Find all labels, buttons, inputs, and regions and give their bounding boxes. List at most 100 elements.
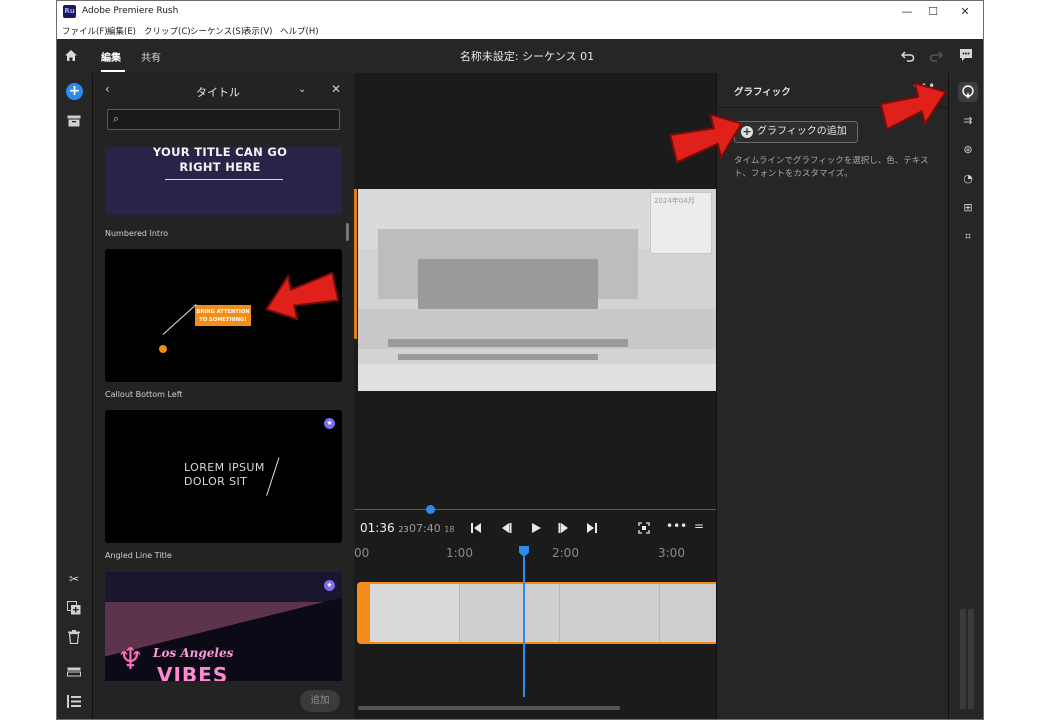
skip-to-start-icon[interactable] — [470, 522, 482, 534]
callout-line — [162, 304, 197, 336]
search-icon: ⌕ — [113, 112, 120, 125]
transitions-icon[interactable]: ⇉ — [958, 111, 978, 131]
editor-center: 2024年04月 01:36 23 07:40 18 ••• = 00 1:00… — [354, 73, 716, 719]
crop-icon[interactable]: ⌗ — [958, 227, 978, 247]
maximize-button[interactable]: ☐ — [923, 4, 943, 20]
minimize-button[interactable]: — — [897, 4, 917, 20]
tab-share[interactable]: 共有 — [141, 49, 161, 64]
title-template-gallery: YOUR TITLE CAN GO RIGHT HERE Numbered In… — [105, 147, 345, 681]
chevron-down-icon[interactable]: ⌄ — [298, 84, 306, 95]
graphics-panel: グラフィック ••• + グラフィックの追加 タイムラインでグラフィックを選択し… — [716, 73, 948, 719]
undo-icon[interactable] — [901, 49, 915, 62]
tab-edit[interactable]: 編集 — [101, 49, 121, 64]
ruler-label: 3:00 — [658, 546, 685, 560]
color-icon[interactable]: ⊛ — [958, 140, 978, 160]
menu-clip[interactable]: クリップ(C) — [144, 25, 191, 37]
overlay-card-text: 2024年04月 — [654, 197, 695, 205]
template-preview-text: YOUR TITLE CAN GO RIGHT HERE — [152, 147, 288, 174]
audio-icon[interactable]: ⊞ — [958, 198, 978, 218]
graphics-panel-title: グラフィック — [734, 87, 791, 98]
menu-sequence[interactable]: シーケンス(S) — [190, 25, 244, 37]
skip-to-end-icon[interactable] — [586, 522, 598, 534]
close-panel-icon[interactable]: ✕ — [331, 82, 341, 96]
callout-box: BRING ATTENTION TO SOMETHING! — [195, 305, 251, 326]
callout-dot — [159, 345, 167, 353]
right-toolbar: ⇉ ⊛ ◔ ⊞ ⌗ — [948, 73, 983, 719]
track-list-icon[interactable] — [67, 695, 81, 708]
more-icon[interactable]: ••• — [666, 519, 687, 533]
audio-meter-left — [960, 609, 966, 709]
template-thumb-numbered-intro[interactable]: YOUR TITLE CAN GO RIGHT HERE — [105, 147, 342, 215]
track-icon[interactable] — [67, 667, 81, 677]
close-window-button[interactable]: ✕ — [955, 4, 975, 20]
template-preview-text: Los Angeles — [153, 646, 234, 660]
current-frames: 23 — [398, 525, 409, 534]
duration-frames: 18 — [444, 525, 455, 534]
template-underline — [165, 179, 283, 180]
template-thumb-los-angeles-vibes[interactable]: ♆ Los Angeles VIBES ★ — [105, 572, 342, 681]
scrub-handle[interactable] — [426, 505, 435, 514]
play-icon[interactable] — [530, 522, 542, 534]
menu-edit[interactable]: 編集(E) — [107, 25, 136, 37]
home-icon[interactable] — [64, 49, 78, 62]
title-bar: Ru Adobe Premiere Rush — ☐ ✕ — [57, 1, 983, 23]
ruler-label: 2:00 — [552, 546, 579, 560]
selection-edge — [354, 189, 357, 339]
template-thumb-angled-line-title[interactable]: LOREM IPSUM DOLOR SIT ★ — [105, 410, 342, 543]
gallery-scrollbar[interactable] — [346, 223, 349, 241]
add-title-button[interactable]: 追加 — [300, 690, 340, 712]
speed-icon[interactable]: ◔ — [958, 169, 978, 189]
palm-tree-icon: ♆ — [117, 642, 144, 677]
scrub-bar[interactable] — [354, 509, 716, 510]
playhead-handle[interactable] — [519, 546, 529, 557]
duplicate-icon[interactable] — [67, 601, 81, 615]
annotation-arrow-icon — [668, 113, 744, 164]
graphics-description: タイムラインでグラフィックを選択し、色、テキスト、フォントをカスタマイズ。 — [734, 156, 929, 179]
template-preview-text-2: VIBES — [157, 663, 229, 681]
app-logo: Ru — [63, 5, 76, 18]
current-time: 01:36 — [360, 521, 395, 535]
title-search-box[interactable]: ⌕ — [107, 109, 340, 130]
premium-badge-icon: ★ — [324, 580, 335, 591]
menu-view[interactable]: 表示(V) — [243, 25, 272, 37]
menu-lines-icon[interactable]: = — [694, 519, 704, 533]
menu-file[interactable]: ファイル(F) — [62, 25, 108, 37]
clip-trim-handle[interactable] — [359, 584, 370, 642]
timeline-scrollbar[interactable] — [358, 706, 620, 710]
timeline-video-clip[interactable] — [357, 582, 716, 644]
step-back-icon[interactable] — [500, 522, 512, 534]
window-title: Adobe Premiere Rush — [82, 6, 179, 16]
step-forward-icon[interactable] — [558, 522, 570, 534]
template-label: Callout Bottom Left — [105, 390, 183, 399]
template-label: Angled Line Title — [105, 551, 172, 560]
plus-circle-icon[interactable]: + — [66, 83, 83, 100]
speech-bubble-icon[interactable] — [959, 48, 973, 62]
menu-help[interactable]: ヘルプ(H) — [280, 25, 319, 37]
add-graphic-label: グラフィックの追加 — [757, 126, 847, 137]
scissors-icon[interactable]: ✂ — [65, 570, 83, 588]
graphics-tool-icon[interactable] — [958, 82, 978, 102]
audio-meter-right — [968, 609, 974, 709]
app-header: 編集 共有 名称未設定: シーケンス 01 — [57, 39, 983, 73]
template-preview-text: LOREM IPSUM DOLOR SIT — [184, 461, 265, 488]
template-label: Numbered Intro — [105, 229, 169, 238]
playhead-line — [523, 557, 525, 697]
fit-frame-icon[interactable] — [638, 522, 650, 534]
add-graphic-button[interactable]: + グラフィックの追加 — [734, 121, 858, 143]
trash-icon[interactable] — [68, 630, 80, 644]
archive-icon[interactable] — [67, 115, 81, 127]
program-monitor[interactable]: 2024年04月 — [358, 189, 716, 391]
title-search-input[interactable] — [126, 111, 336, 128]
ruler-label: 1:00 — [446, 546, 473, 560]
menu-bar: ファイル(F) 編集(E) クリップ(C) シーケンス(S) 表示(V) ヘルプ… — [57, 23, 983, 39]
back-chevron-icon[interactable]: ‹ — [105, 82, 110, 96]
duration-timecode: 07:40 18 — [409, 522, 454, 535]
date-overlay-card: 2024年04月 — [650, 192, 712, 254]
premium-badge-icon: ★ — [324, 418, 335, 429]
titles-panel: ‹ タイトル ⌄ ✕ ⌕ YOUR TITLE CAN GO RIGHT HER… — [92, 73, 354, 719]
annotation-arrow-icon — [879, 81, 948, 130]
redo-icon[interactable] — [929, 49, 943, 62]
titles-panel-title: タイトル — [196, 86, 240, 99]
ruler-label: 00 — [354, 546, 370, 560]
sequence-title: 名称未設定: シーケンス 01 — [459, 50, 595, 63]
